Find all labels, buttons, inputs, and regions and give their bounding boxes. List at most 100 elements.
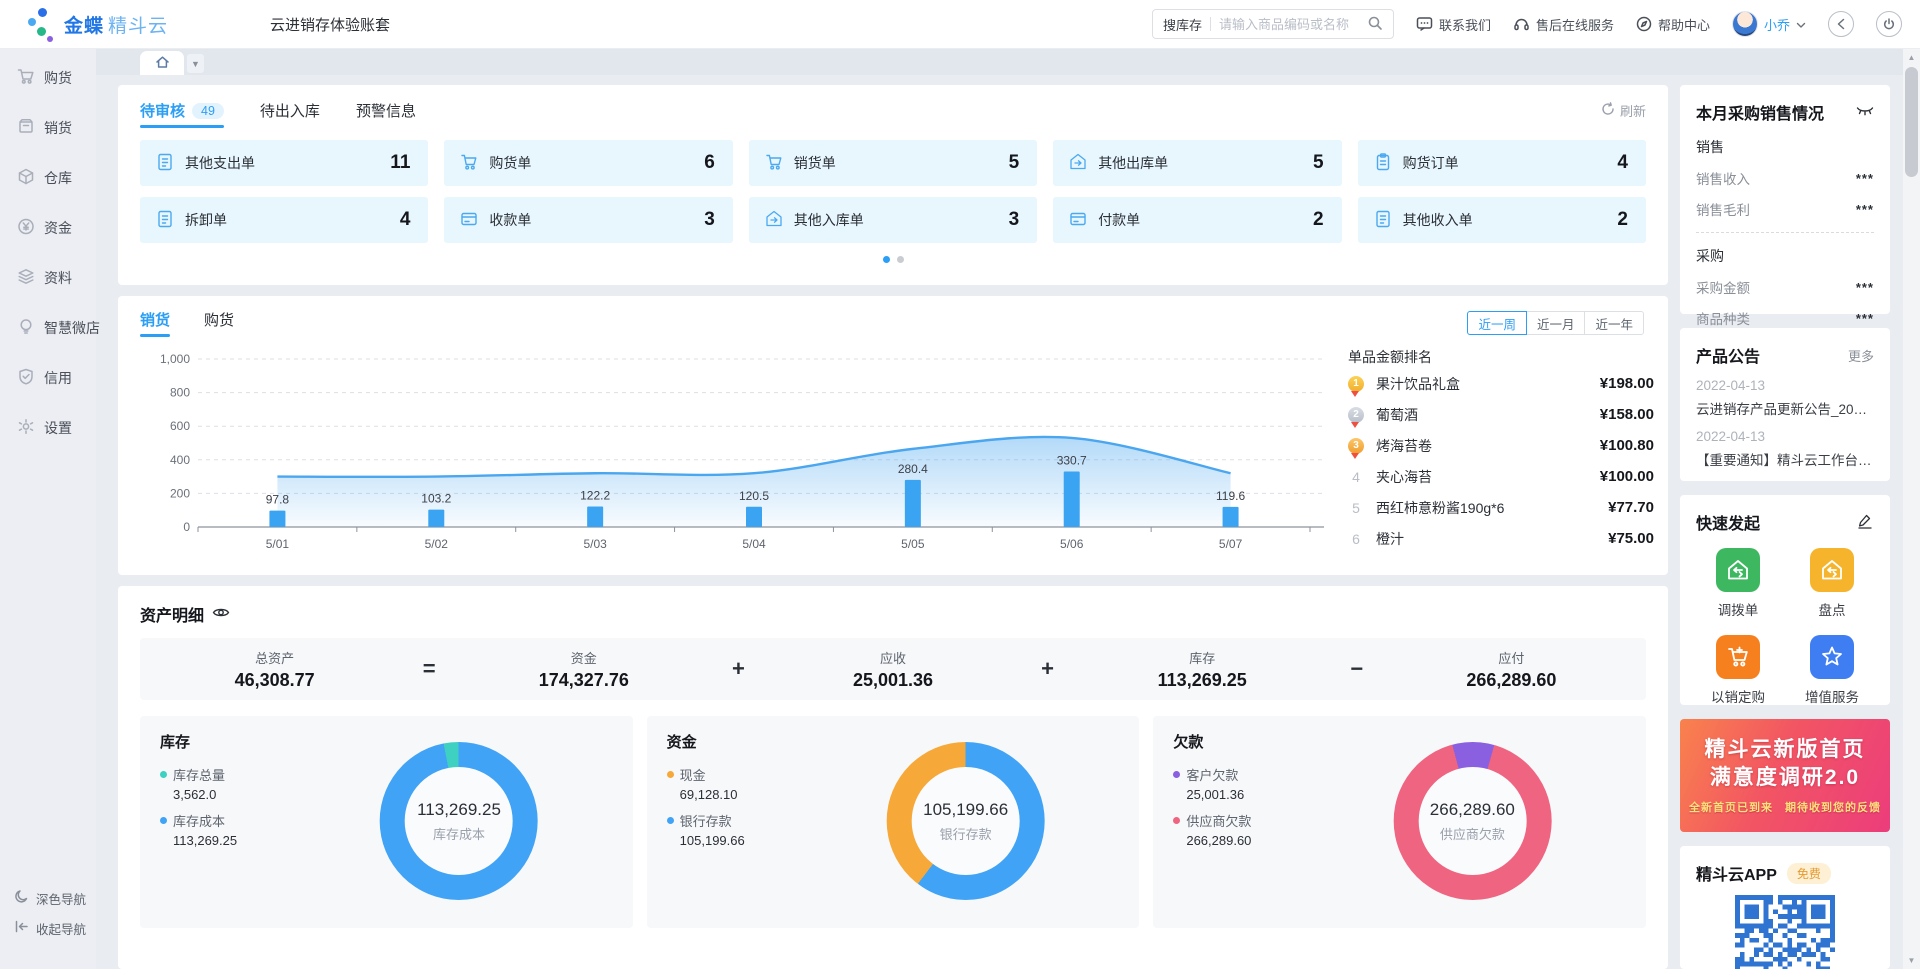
search-icon[interactable] bbox=[1367, 15, 1383, 34]
app-header: 金蝶 精斗云 云进销存体验账套 搜库存 联系我们售后在线服务帮助中心 小乔 bbox=[0, 0, 1920, 49]
search-input[interactable] bbox=[1219, 17, 1367, 32]
sidebar-item-仓库[interactable]: 仓库 bbox=[0, 153, 96, 203]
equation-item-应付: 应付266,289.60 bbox=[1377, 648, 1646, 691]
quick-action-调拨单[interactable]: 调拨单 bbox=[1696, 548, 1780, 619]
page-scrollbar[interactable]: ▲ ▼ bbox=[1903, 49, 1920, 969]
brand-logo[interactable]: 金蝶 精斗云 bbox=[0, 6, 270, 42]
todo-card-销货单[interactable]: 销货单5 bbox=[749, 140, 1037, 186]
todo-tab-待出入库[interactable]: 待出入库 bbox=[260, 100, 320, 128]
quick-action-盘点[interactable]: 盘点 bbox=[1790, 548, 1874, 619]
todo-card-count: 11 bbox=[390, 152, 410, 174]
ranking-row: 2葡萄酒¥158.00 bbox=[1348, 400, 1654, 429]
header-link-售后在线服务[interactable]: 售后在线服务 bbox=[1513, 15, 1614, 34]
todo-card-count: 2 bbox=[1617, 209, 1628, 231]
monthly-row-label: 销售收入 bbox=[1696, 168, 1750, 188]
legend-dot bbox=[667, 771, 674, 778]
header-link-label: 帮助中心 bbox=[1658, 15, 1710, 34]
logout-button[interactable] bbox=[1876, 11, 1902, 37]
sidebar-item-label: 智慧微店 bbox=[44, 318, 100, 338]
sidebar-footer-收起导航[interactable]: 收起导航 bbox=[0, 913, 96, 943]
monthly-purchase-sales-card: 本月采购销售情况 销售销售收入***销售毛利***采购采购金额***商品种类**… bbox=[1680, 85, 1890, 314]
tab-dropdown-button[interactable]: ▼ bbox=[187, 54, 204, 73]
sidebar-item-资金[interactable]: 资金 bbox=[0, 203, 96, 253]
todo-card-label: 其他出库单 bbox=[1098, 153, 1168, 173]
trend-tab-购货[interactable]: 购货 bbox=[204, 309, 234, 337]
todo-card-购货单[interactable]: 购货单6 bbox=[444, 140, 732, 186]
back-button[interactable] bbox=[1828, 11, 1854, 37]
monthly-row-value: *** bbox=[1856, 280, 1874, 295]
sidebar-item-label: 信用 bbox=[44, 368, 72, 388]
todo-tab-待审核[interactable]: 待审核49 bbox=[140, 100, 224, 128]
todo-card-count: 2 bbox=[1313, 209, 1324, 231]
medal-bronze-icon: 3 bbox=[1348, 438, 1364, 454]
todo-card-label: 付款单 bbox=[1098, 210, 1140, 230]
announcement-link[interactable]: 【重要通知】精斗云工作台域... bbox=[1696, 449, 1874, 469]
legend-label: 库存成本 bbox=[173, 811, 225, 830]
quick-action-以销定购[interactable]: 以销定购 bbox=[1696, 635, 1780, 706]
sidebar-item-信用[interactable]: 信用 bbox=[0, 353, 96, 403]
scroll-down-arrow[interactable]: ▼ bbox=[1903, 956, 1920, 965]
pagination-dot-2[interactable] bbox=[897, 256, 904, 263]
todo-card-付款单[interactable]: 付款单 2 bbox=[1053, 197, 1341, 243]
announcements-title: 产品公告 bbox=[1696, 343, 1760, 367]
svg-text:600: 600 bbox=[170, 419, 190, 433]
equation-value: 113,269.25 bbox=[1068, 670, 1337, 691]
sidebar-item-购货[interactable]: 购货 bbox=[0, 53, 96, 103]
todo-card-label: 其他入库单 bbox=[794, 210, 864, 230]
sidebar-item-销货[interactable]: 销货 bbox=[0, 103, 96, 153]
scrollbar-thumb[interactable] bbox=[1905, 67, 1918, 177]
announcement-link[interactable]: 云进销存产品更新公告_20220... bbox=[1696, 398, 1874, 418]
more-link[interactable]: 更多 bbox=[1848, 346, 1874, 365]
header-link-帮助中心[interactable]: 帮助中心 bbox=[1636, 15, 1710, 34]
home-tab[interactable] bbox=[140, 51, 184, 75]
sidebar-item-资料[interactable]: 资料 bbox=[0, 253, 96, 303]
ranking-item-amount: ¥198.00 bbox=[1600, 375, 1654, 392]
quick-actions-card: 快速发起 调拨单盘点以销定购增值服务 bbox=[1680, 495, 1890, 705]
search-scope-label[interactable]: 搜库存 bbox=[1163, 15, 1202, 34]
survey-banner[interactable]: 精斗云新版首页 满意度调研2.0 全新首页已到来 期待收到您的反馈 bbox=[1680, 719, 1890, 832]
refresh-icon bbox=[1601, 102, 1615, 119]
todo-tab-预警信息[interactable]: 预警信息 bbox=[356, 100, 416, 128]
edit-icon[interactable] bbox=[1856, 513, 1874, 532]
period-button-近一年[interactable]: 近一年 bbox=[1584, 311, 1644, 335]
todo-card-其他出库单[interactable]: 其他出库单5 bbox=[1053, 140, 1341, 186]
pagination-dot-1[interactable] bbox=[883, 256, 890, 263]
eye-icon[interactable] bbox=[212, 606, 230, 622]
warehouse-icon bbox=[17, 168, 35, 188]
todo-card-其他支出单[interactable]: 其他支出单11 bbox=[140, 140, 428, 186]
equation-label: 库存 bbox=[1068, 648, 1337, 667]
sidebar-item-设置[interactable]: 设置 bbox=[0, 403, 96, 453]
refresh-button[interactable]: 刷新 bbox=[1601, 101, 1646, 127]
sidebar-item-智慧微店[interactable]: 智慧微店 bbox=[0, 303, 96, 353]
todo-card-购货订单[interactable]: 购货订单4 bbox=[1358, 140, 1646, 186]
header-link-联系我们[interactable]: 联系我们 bbox=[1416, 15, 1491, 34]
ranking-item-amount: ¥77.70 bbox=[1608, 499, 1654, 516]
todo-card-其他入库单[interactable]: 其他入库单3 bbox=[749, 197, 1037, 243]
trend-tab-销货[interactable]: 销货 bbox=[140, 309, 170, 337]
todo-card-其他收入单[interactable]: 其他收入单2 bbox=[1358, 197, 1646, 243]
todo-card-拆卸单[interactable]: 拆卸单4 bbox=[140, 197, 428, 243]
quick-action-label: 增值服务 bbox=[1805, 686, 1859, 706]
monthly-title: 本月采购销售情况 bbox=[1696, 100, 1824, 124]
eye-off-icon[interactable] bbox=[1856, 104, 1874, 120]
scroll-up-arrow[interactable]: ▲ bbox=[1903, 53, 1920, 62]
svg-text:200: 200 bbox=[170, 486, 190, 500]
period-button-近一月[interactable]: 近一月 bbox=[1526, 311, 1586, 335]
user-menu[interactable]: 小乔 bbox=[1732, 11, 1806, 37]
inventory-search[interactable]: 搜库存 bbox=[1152, 9, 1394, 39]
equation-label: 应付 bbox=[1377, 648, 1646, 667]
quick-action-增值服务[interactable]: 增值服务 bbox=[1790, 635, 1874, 706]
period-button-近一周[interactable]: 近一周 bbox=[1467, 311, 1527, 335]
sidebar-footer-深色导航[interactable]: 深色导航 bbox=[0, 883, 96, 913]
todo-card-收款单[interactable]: 收款单3 bbox=[444, 197, 732, 243]
svg-text:5/06: 5/06 bbox=[1060, 537, 1084, 551]
sidebar-item-label: 购货 bbox=[44, 68, 72, 88]
avatar[interactable] bbox=[1732, 11, 1758, 37]
equation-item-总资产: 总资产46,308.77 bbox=[140, 648, 409, 691]
kingdee-logo-icon bbox=[26, 6, 56, 42]
collapse-icon bbox=[14, 920, 29, 936]
panel-title: 资金 bbox=[667, 731, 1120, 752]
monthly-row-label: 销售毛利 bbox=[1696, 199, 1750, 219]
sidebar-footer-label: 收起导航 bbox=[36, 919, 86, 938]
rank-number: 6 bbox=[1348, 531, 1364, 547]
